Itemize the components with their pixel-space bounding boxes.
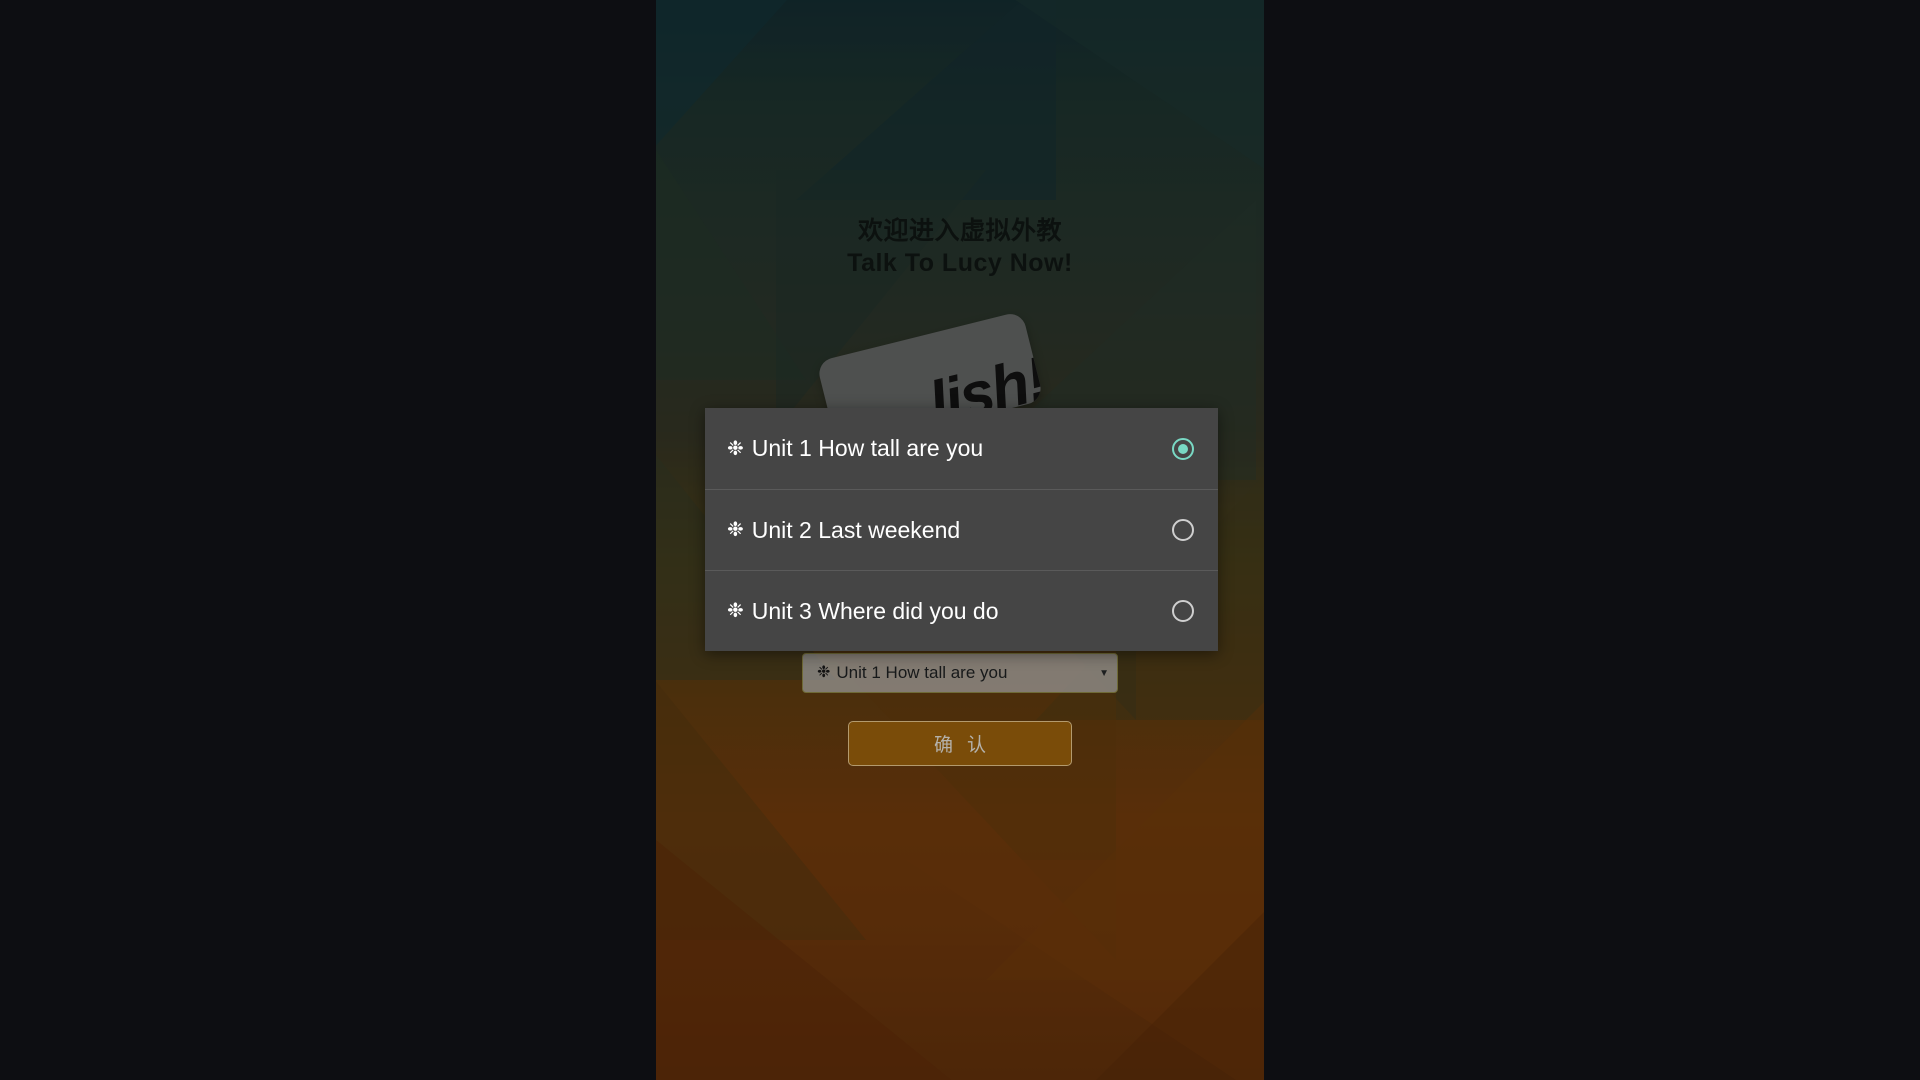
screen: 欢迎进入虚拟外教 Talk To Lucy Now! lish! ❉ 六年级下册…: [0, 0, 1920, 1080]
unit-option-2[interactable]: ❉ Unit 2 Last weekend: [705, 489, 1218, 570]
unit-option-3[interactable]: ❉ Unit 3 Where did you do: [705, 570, 1218, 651]
unit-option-1-radio[interactable]: [1172, 437, 1194, 460]
unit-picker-dialog: ❉ Unit 1 How tall are you ❉ Unit 2 Last …: [705, 408, 1218, 651]
unit-option-3-label: Unit 3 Where did you do: [751, 597, 999, 624]
confirm-button-label: 确认: [933, 735, 1000, 756]
confirm-button[interactable]: 确认: [848, 721, 1072, 766]
unit-dropdown[interactable]: ❉ Unit 1 How tall are you ▼: [802, 653, 1118, 693]
flower-icon: ❉: [727, 437, 744, 460]
chevron-down-icon: ▼: [1099, 667, 1109, 679]
unit-dropdown-value: Unit 1 How tall are you: [836, 663, 1008, 682]
flower-icon: ❉: [817, 664, 831, 681]
flower-icon: ❉: [727, 600, 744, 622]
unit-option-3-radio[interactable]: [1172, 600, 1194, 622]
flower-icon: ❉: [727, 519, 744, 541]
unit-option-2-radio[interactable]: [1172, 519, 1194, 541]
unit-option-2-label: Unit 2 Last weekend: [751, 516, 961, 543]
unit-option-1[interactable]: ❉ Unit 1 How tall are you: [705, 408, 1218, 489]
unit-option-1-label: Unit 1 How tall are you: [751, 435, 984, 461]
